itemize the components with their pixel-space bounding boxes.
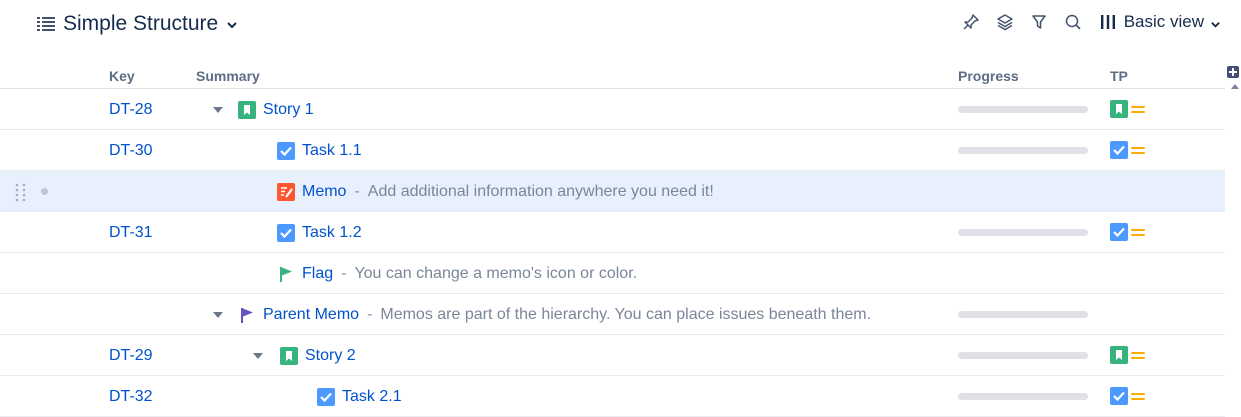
row-summary: Task 1.1 <box>277 140 362 162</box>
view-label: Basic view <box>1123 12 1204 31</box>
task-icon <box>317 388 335 406</box>
issue-summary-link[interactable]: Story 1 <box>263 101 314 119</box>
row-summary: Story 1 <box>238 99 314 121</box>
add-column-icon[interactable] <box>1227 66 1239 78</box>
column-header-key[interactable]: Key <box>109 68 135 84</box>
table-row[interactable]: DT-29 Story 2 <box>0 335 1225 376</box>
task-icon <box>1110 387 1128 405</box>
structure-icon <box>37 16 55 32</box>
table-row[interactable]: DT-30 Task 1.1 <box>0 130 1225 171</box>
column-header-summary[interactable]: Summary <box>196 68 260 84</box>
chevron-down-icon <box>226 18 238 30</box>
column-header-tp[interactable]: TP <box>1110 68 1128 84</box>
view-selector[interactable]: Basic view <box>1100 12 1221 32</box>
memo-description: Memos are part of the hierarchy. You can… <box>380 306 872 323</box>
memo-title-link[interactable]: Memo <box>302 183 346 201</box>
row-summary: Parent Memo - Memos are part of the hier… <box>238 304 871 326</box>
filter-icon[interactable] <box>1022 8 1056 36</box>
issue-key[interactable]: DT-32 <box>109 388 153 406</box>
collapse-toggle-icon[interactable] <box>253 353 263 359</box>
structure-title: Simple Structure <box>63 12 219 35</box>
priority-medium-icon <box>1131 104 1145 114</box>
progress-bar <box>958 106 1088 113</box>
collapse-toggle-icon[interactable] <box>213 107 223 113</box>
progress-bar <box>958 352 1088 359</box>
top-bar: Simple Structure Basic view <box>0 0 1241 50</box>
row-summary: Flag - You can change a memo's icon or c… <box>277 263 637 285</box>
collapse-toggle-icon[interactable] <box>213 312 223 318</box>
issue-type-priority <box>1110 141 1145 159</box>
drag-handle-icon[interactable] <box>14 182 28 202</box>
issue-key[interactable]: DT-31 <box>109 224 153 242</box>
task-icon <box>1110 141 1128 159</box>
table-header: Key Summary Progress TP <box>0 62 1225 89</box>
structure-rows: DT-28 Story 1 DT-30 Task 1.1 Memo - Add … <box>0 89 1225 417</box>
column-header-progress[interactable]: Progress <box>958 68 1019 84</box>
pin-icon[interactable] <box>954 8 988 36</box>
task-icon <box>277 224 295 242</box>
progress-bar <box>958 393 1088 400</box>
separator: - <box>367 306 373 323</box>
columns-icon <box>1100 14 1116 30</box>
table-row[interactable]: DT-28 Story 1 <box>0 89 1225 130</box>
priority-medium-icon <box>1131 391 1145 401</box>
story-icon <box>1110 346 1128 364</box>
progress-bar <box>958 147 1088 154</box>
progress-bar <box>958 311 1088 318</box>
memo-description: Add additional information anywhere you … <box>367 183 714 200</box>
priority-medium-icon <box>1131 145 1145 155</box>
structure-selector[interactable]: Simple Structure <box>37 10 238 38</box>
issue-type-priority <box>1110 346 1145 364</box>
flag-icon <box>277 265 295 283</box>
table-row[interactable]: Flag - You can change a memo's icon or c… <box>0 253 1225 294</box>
row-summary: Task 2.1 <box>317 386 402 408</box>
row-summary: Task 1.2 <box>277 222 362 244</box>
progress-bar <box>958 229 1088 236</box>
issue-summary-link[interactable]: Story 2 <box>305 347 356 365</box>
memo-icon <box>277 183 295 201</box>
issue-key[interactable]: DT-29 <box>109 347 153 365</box>
issue-type-priority <box>1110 223 1145 241</box>
priority-medium-icon <box>1131 350 1145 360</box>
search-icon[interactable] <box>1056 8 1090 36</box>
scroll-up-arrow[interactable] <box>1231 84 1239 89</box>
issue-type-priority <box>1110 387 1145 405</box>
issue-key[interactable]: DT-28 <box>109 101 153 119</box>
story-icon <box>238 101 256 119</box>
story-icon <box>1110 100 1128 118</box>
issue-summary-link[interactable]: Task 1.1 <box>302 142 362 160</box>
memo-title-link[interactable]: Parent Memo <box>263 306 359 324</box>
memo-description: You can change a memo's icon or color. <box>354 265 638 282</box>
issue-type-priority <box>1110 100 1145 118</box>
story-icon <box>280 347 298 365</box>
task-icon <box>1110 223 1128 241</box>
separator: - <box>354 183 360 200</box>
layers-icon[interactable] <box>988 8 1022 36</box>
row-marker-dot <box>41 188 48 195</box>
table-row[interactable]: DT-32 Task 2.1 <box>0 376 1225 417</box>
row-summary: Memo - Add additional information anywhe… <box>277 181 714 203</box>
chevron-down-icon <box>1210 17 1221 28</box>
task-icon <box>277 142 295 160</box>
row-summary: Story 2 <box>280 345 356 367</box>
table-row[interactable]: Parent Memo - Memos are part of the hier… <box>0 294 1225 335</box>
memo-title-link[interactable]: Flag <box>302 265 333 283</box>
flag-icon <box>238 306 256 324</box>
toolbar: Basic view <box>954 8 1221 36</box>
table-row[interactable]: DT-31 Task 1.2 <box>0 212 1225 253</box>
table-row[interactable]: Memo - Add additional information anywhe… <box>0 171 1225 212</box>
separator: - <box>341 265 347 282</box>
priority-medium-icon <box>1131 227 1145 237</box>
issue-summary-link[interactable]: Task 2.1 <box>342 388 402 406</box>
issue-summary-link[interactable]: Task 1.2 <box>302 224 362 242</box>
issue-key[interactable]: DT-30 <box>109 142 153 160</box>
